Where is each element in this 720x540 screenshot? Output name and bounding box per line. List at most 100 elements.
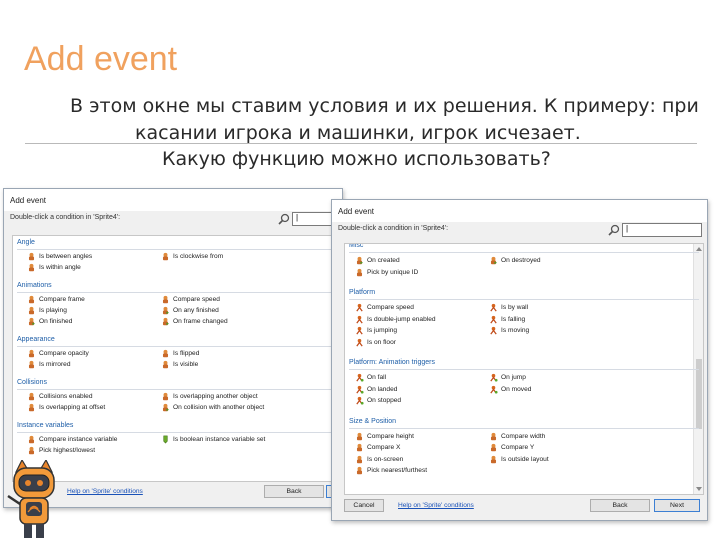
condition-label: Is playing	[39, 307, 67, 314]
search-input[interactable]: |	[622, 223, 702, 237]
condition-item[interactable]: On moved	[489, 384, 531, 395]
condition-item[interactable]: Collisions enabled	[27, 391, 93, 402]
condition-list[interactable]: Misc On created On destroyed Pick by unique…	[344, 243, 704, 495]
condition-label: Is visible	[173, 361, 199, 368]
condition-label: On fall	[367, 374, 387, 381]
scroll-up-arrow[interactable]	[696, 247, 702, 251]
condition-item[interactable]: Compare instance variable	[27, 434, 117, 445]
condition-label: Compare frame	[39, 296, 85, 303]
condition-item[interactable]: On any finished	[161, 305, 219, 316]
scroll-down-arrow[interactable]	[696, 487, 702, 491]
condition-label: Compare instance variable	[39, 436, 118, 443]
condition-item[interactable]: On created	[355, 255, 400, 266]
condition-item[interactable]: Is within angle	[27, 262, 81, 273]
back-button[interactable]: Back	[264, 485, 324, 498]
group-header[interactable]: Appearance	[17, 336, 55, 343]
robot-mascot-icon	[7, 460, 55, 538]
sprite-condition-icon	[162, 295, 169, 304]
condition-item[interactable]: Is overlapping another object	[161, 391, 258, 402]
dialog-title: Add event	[332, 200, 707, 222]
platform-trigger-icon	[356, 396, 364, 405]
condition-label: Compare X	[367, 444, 401, 451]
condition-label: Compare height	[367, 432, 414, 440]
search-icon	[278, 213, 290, 225]
platform-icon	[490, 315, 497, 323]
condition-item[interactable]: On fall	[355, 372, 386, 383]
condition-item[interactable]: On collision with another object	[161, 402, 264, 413]
condition-label: On jump	[501, 374, 526, 381]
group-header[interactable]: Instance variables	[17, 422, 73, 429]
condition-item[interactable]: Is outside layout	[489, 454, 549, 465]
group-header[interactable]: Collisions	[17, 379, 47, 386]
condition-item[interactable]: On jump	[489, 372, 526, 383]
group-header[interactable]: Platform: Animation triggers	[349, 359, 435, 366]
platform-icon	[356, 315, 363, 323]
platform-trigger-icon	[490, 373, 498, 382]
condition-label: On frame changed	[173, 318, 228, 325]
group-header[interactable]: Angle	[17, 239, 35, 246]
condition-item[interactable]: Compare X	[355, 442, 400, 453]
group-divider	[349, 252, 699, 253]
help-link[interactable]: Help on 'Sprite' conditions	[398, 502, 474, 509]
condition-item[interactable]: Is on-screen	[355, 454, 403, 465]
group-header[interactable]: Misc	[349, 244, 363, 249]
cancel-button[interactable]: Cancel	[344, 499, 384, 512]
condition-item[interactable]: Is on floor	[355, 337, 396, 348]
help-link[interactable]: Help on 'Sprite' conditions	[67, 488, 143, 495]
condition-item[interactable]: Is double-jump enabled	[355, 314, 436, 325]
condition-label: Is overlapping another object	[173, 393, 258, 400]
condition-item[interactable]: Is mirrored	[27, 359, 71, 370]
group-header[interactable]: Animations	[17, 282, 52, 289]
next-button[interactable]: Next	[654, 499, 700, 512]
prompt-row: Double-click a condition in 'Sprite4': |	[332, 222, 707, 244]
condition-item[interactable]: Is jumping	[355, 325, 397, 336]
condition-item[interactable]: Compare Y	[489, 442, 534, 453]
sprite-condition-icon	[356, 466, 363, 475]
condition-item[interactable]: Is flipped	[161, 348, 199, 359]
condition-item[interactable]: Is overlapping at offset	[27, 402, 105, 413]
back-button[interactable]: Back	[590, 499, 650, 512]
condition-item[interactable]: Compare height	[355, 431, 414, 442]
condition-item[interactable]: Pick by unique ID	[355, 267, 418, 278]
slide-text-line-2: касании игрока и машинки, игрок исчезает…	[135, 122, 581, 144]
condition-item[interactable]: Is boolean instance variable set	[161, 434, 265, 445]
condition-item[interactable]: Pick nearest/furthest	[355, 465, 427, 476]
condition-label: Is clockwise from	[173, 253, 224, 260]
sprite-condition-icon	[28, 435, 35, 444]
condition-label: On moved	[501, 385, 532, 393]
condition-label: Is moving	[501, 327, 530, 334]
group-header[interactable]: Size & Position	[349, 418, 396, 425]
trigger-icon	[162, 306, 170, 315]
condition-item[interactable]: On destroyed	[489, 255, 541, 266]
condition-item[interactable]: Is playing	[27, 305, 67, 316]
condition-label: Compare width	[501, 432, 546, 440]
condition-item[interactable]: Pick highest/lowest	[27, 445, 95, 456]
group-divider	[17, 292, 337, 293]
sprite-condition-icon	[28, 360, 35, 369]
condition-label: Is outside layout	[501, 455, 549, 463]
condition-item[interactable]: Is falling	[489, 314, 525, 325]
sprite-condition-icon	[162, 252, 169, 261]
condition-item[interactable]: On finished	[27, 316, 72, 327]
condition-item[interactable]: On stopped	[355, 395, 401, 406]
condition-label: Is overlapping at offset	[39, 404, 106, 411]
condition-item[interactable]: Compare speed	[161, 294, 220, 305]
group-header[interactable]: Platform	[349, 289, 375, 296]
condition-item[interactable]: Compare opacity	[27, 348, 89, 359]
group-divider	[17, 432, 337, 433]
condition-item[interactable]: On landed	[355, 384, 397, 395]
condition-list[interactable]: Angle Is between angles Is clockwise from I…	[12, 235, 342, 482]
prompt-text: Double-click a condition in 'Sprite4':	[338, 225, 449, 232]
condition-item[interactable]: Is by wall	[489, 302, 528, 313]
condition-item[interactable]: Is between angles	[27, 251, 92, 262]
condition-item[interactable]: Compare frame	[27, 294, 85, 305]
trigger-icon	[28, 317, 36, 326]
sprite-condition-icon	[356, 268, 363, 276]
condition-item[interactable]: Is clockwise from	[161, 251, 223, 262]
condition-item[interactable]: Is visible	[161, 359, 198, 370]
condition-item[interactable]: On frame changed	[161, 316, 228, 327]
condition-item[interactable]: Compare width	[489, 431, 545, 442]
condition-item[interactable]: Is moving	[489, 325, 529, 336]
sprite-condition-icon	[490, 455, 497, 463]
condition-item[interactable]: Compare speed	[355, 302, 414, 313]
